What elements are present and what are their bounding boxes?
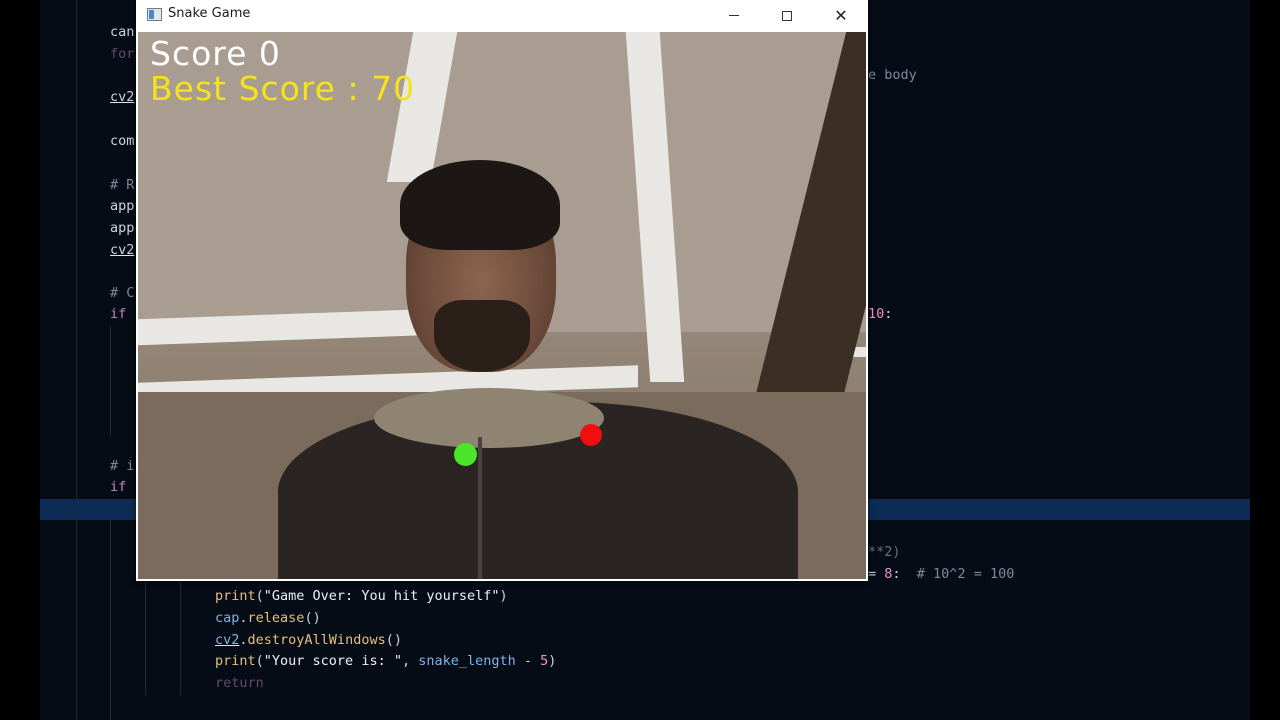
maximize-button[interactable] bbox=[764, 0, 810, 31]
code-token: # C bbox=[110, 285, 135, 301]
best-score-text: Best Score : 70 bbox=[150, 69, 416, 108]
code-line: for bbox=[110, 43, 134, 65]
code-token: = bbox=[868, 566, 885, 582]
code-token: cv2 bbox=[215, 632, 240, 648]
person-hair bbox=[400, 160, 560, 250]
code-line: can bbox=[110, 21, 134, 43]
indent-guide bbox=[110, 326, 111, 436]
code-token: print bbox=[215, 653, 256, 669]
code-token: app bbox=[110, 198, 135, 214]
desktop: can for e body cv2 com # Rapp app cv2 # Cif 10: # … bbox=[0, 0, 1280, 720]
code-token: # i bbox=[110, 458, 135, 474]
code-token: . bbox=[239, 610, 248, 626]
code-line: 10: bbox=[868, 303, 892, 325]
code-line: **2) bbox=[868, 541, 901, 563]
code-line: app bbox=[110, 217, 134, 239]
code-line: # i bbox=[110, 455, 134, 477]
code-token: . bbox=[239, 632, 248, 648]
code-token: if bbox=[110, 306, 127, 322]
code-line: cap.release() bbox=[215, 607, 321, 629]
snake-head bbox=[454, 443, 477, 466]
code-token: ) bbox=[499, 588, 508, 604]
code-token: for bbox=[110, 46, 135, 62]
code-token: print bbox=[215, 588, 256, 604]
code-line: com bbox=[110, 130, 134, 152]
code-token: "Game Over: You hit yourself" bbox=[263, 588, 500, 604]
code-token: e body bbox=[868, 67, 917, 83]
code-token: () bbox=[385, 632, 402, 648]
code-line: app bbox=[110, 195, 134, 217]
code-token: 10 bbox=[868, 306, 885, 322]
hood-lining bbox=[374, 388, 604, 448]
food-target bbox=[580, 424, 602, 446]
code-line: = 8: # 10^2 = 100 bbox=[868, 563, 1014, 585]
code-token: release bbox=[247, 610, 305, 626]
code-token: com bbox=[110, 133, 135, 149]
code-line: print("Game Over: You hit yourself") bbox=[215, 585, 508, 607]
window-title: Snake Game bbox=[168, 6, 251, 21]
code-token: # R bbox=[110, 177, 135, 193]
app-window-icon bbox=[147, 8, 162, 21]
indent-guide bbox=[110, 520, 111, 720]
code-line: cv2 bbox=[110, 239, 134, 261]
camera-feed: Score 0 Best Score : 70 bbox=[138, 32, 866, 579]
code-token: ( bbox=[255, 588, 264, 604]
code-token: : bbox=[892, 566, 917, 582]
code-line: e body bbox=[868, 64, 917, 86]
code-token: app bbox=[110, 220, 135, 236]
code-token: ( bbox=[255, 653, 264, 669]
code-token: () bbox=[304, 610, 321, 626]
zipper bbox=[478, 437, 482, 579]
code-token: **2) bbox=[868, 544, 901, 560]
window-titlebar[interactable]: Snake Game ✕ bbox=[136, 0, 868, 31]
score-text: Score 0 bbox=[150, 34, 281, 73]
code-token: , bbox=[401, 653, 419, 669]
code-token: - bbox=[515, 653, 541, 669]
code-line: # C bbox=[110, 282, 134, 304]
code-line: cv2 bbox=[110, 86, 134, 108]
code-token: # 10^2 = 100 bbox=[916, 566, 1015, 582]
code-token: can bbox=[110, 24, 135, 40]
person-beard bbox=[434, 300, 530, 372]
code-token: : bbox=[884, 306, 893, 322]
code-token: if bbox=[110, 479, 127, 495]
close-icon: ✕ bbox=[834, 6, 848, 25]
code-token: cv2 bbox=[110, 242, 135, 258]
code-token: "Your score is: " bbox=[263, 653, 402, 669]
code-token: destroyAllWindows bbox=[247, 632, 386, 648]
maximize-icon bbox=[782, 10, 792, 21]
code-line: print("Your score is: ", snake_length - … bbox=[215, 650, 556, 672]
snake-game-window[interactable]: Snake Game ✕ Score 0 Best Score: 70 bbox=[136, 0, 868, 581]
indent-guide bbox=[180, 580, 181, 695]
minimize-button[interactable] bbox=[711, 0, 757, 31]
code-line: return bbox=[215, 672, 264, 694]
code-token: ) bbox=[548, 653, 557, 669]
code-line: if bbox=[110, 303, 126, 325]
code-token: return bbox=[215, 675, 264, 691]
code-line: if bbox=[110, 476, 126, 498]
indent-guide bbox=[76, 0, 77, 720]
code-line: # R bbox=[110, 174, 134, 196]
minimize-icon bbox=[729, 15, 739, 16]
code-line: cv2.destroyAllWindows() bbox=[215, 629, 402, 651]
code-token: cap bbox=[215, 610, 240, 626]
close-button[interactable]: ✕ bbox=[818, 0, 864, 31]
code-token: cv2 bbox=[110, 89, 135, 105]
code-token: snake_length bbox=[418, 653, 516, 669]
